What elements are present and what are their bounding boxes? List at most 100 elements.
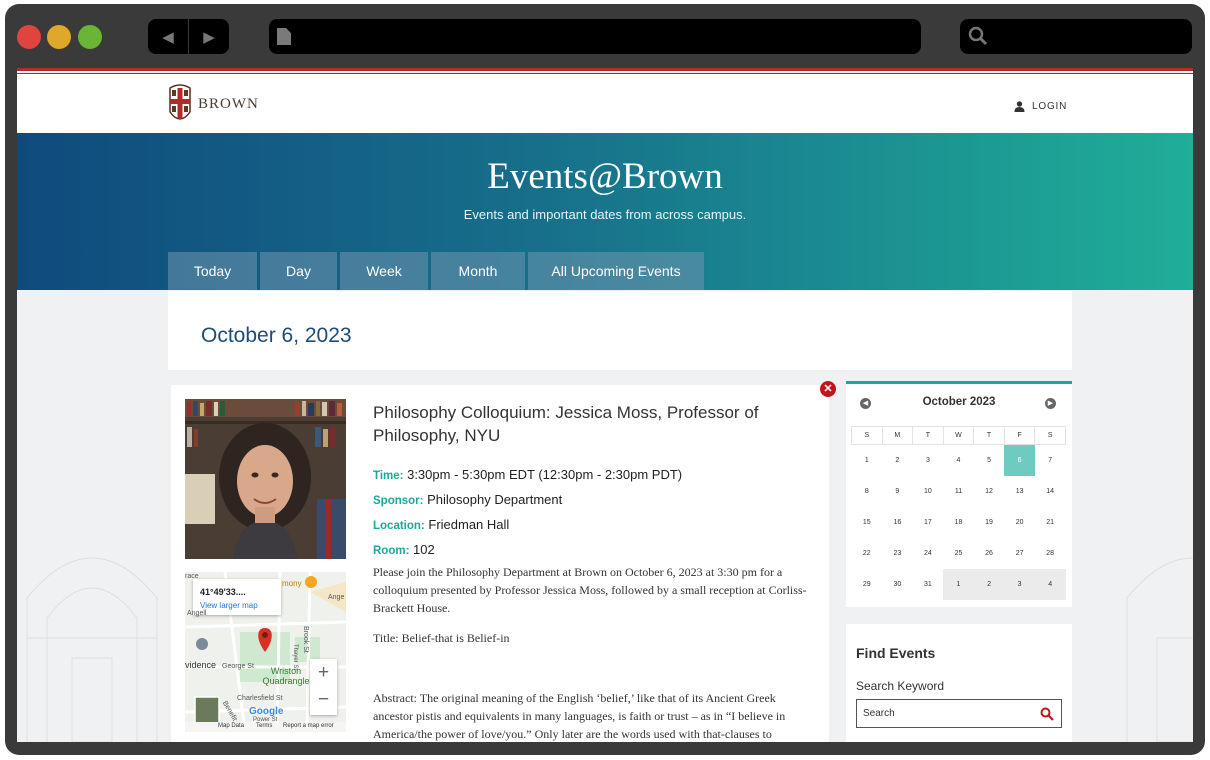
calendar-day[interactable]: 24 [913, 538, 944, 569]
calendar-day[interactable]: 9 [882, 476, 913, 507]
calendar-day[interactable]: 21 [1035, 507, 1066, 538]
tab-week[interactable]: Week [340, 252, 428, 290]
map-label-wriston: Wriston Quadrangle [262, 666, 310, 686]
tab-all-upcoming[interactable]: All Upcoming Events [528, 252, 704, 290]
map-label-race: race [185, 573, 199, 580]
calendar-day[interactable]: 2 [973, 568, 1005, 600]
description-paragraph-3: Abstract: The original meaning of the En… [373, 691, 786, 741]
view-larger-map-link[interactable]: View larger map [200, 601, 258, 610]
site-header: BROWN LOGIN [17, 74, 1193, 133]
building-illustration-right [1126, 557, 1193, 742]
calendar-day[interactable]: 4 [1034, 568, 1066, 600]
search-icon[interactable] [1040, 707, 1054, 721]
login-link[interactable]: LOGIN [1014, 101, 1067, 112]
chevron-right-icon: ▶ [1047, 400, 1054, 407]
user-icon [1014, 101, 1025, 112]
minimize-window-button[interactable] [47, 25, 71, 49]
calendar-day[interactable]: 30 [882, 569, 913, 600]
calendar-day[interactable]: 26 [974, 538, 1005, 569]
time-value: 3:30pm - 5:30pm EDT (12:30pm - 2:30pm PD… [407, 467, 683, 482]
map-label-george: George St [222, 663, 254, 670]
location-map[interactable]: 41°49'33.... View larger map race mony A… [185, 572, 346, 732]
sponsor-label: Sponsor: [373, 495, 424, 507]
event-sponsor: Sponsor: Philosophy Department [373, 488, 682, 513]
calendar-day[interactable]: 27 [1004, 538, 1035, 569]
date-heading-card: October 6, 2023 [168, 291, 1072, 370]
close-event-button[interactable]: ✕ [820, 381, 836, 397]
back-button[interactable]: ◀ [148, 19, 188, 54]
calendar-day[interactable]: 2 [882, 445, 913, 476]
calendar-day[interactable]: 19 [974, 507, 1005, 538]
hero-banner: Events@Brown Events and important dates … [17, 133, 1193, 290]
calendar-day[interactable]: 23 [882, 538, 913, 569]
find-events-panel: Find Events Search Keyword Search [846, 624, 1072, 742]
calendar-day[interactable]: 18 [943, 507, 974, 538]
tab-month[interactable]: Month [431, 252, 525, 290]
close-window-button[interactable] [17, 25, 41, 49]
calendar-next-button[interactable]: ▶ [1045, 398, 1056, 409]
calendar-day[interactable]: 1 [943, 568, 974, 600]
calendar-day[interactable]: 28 [1035, 538, 1066, 569]
speaker-photo [185, 399, 346, 559]
calendar-day[interactable]: 7 [1035, 445, 1066, 476]
calendar-day[interactable]: 16 [882, 507, 913, 538]
weekday-header: T [912, 426, 944, 445]
calendar-day[interactable]: 4 [943, 445, 974, 476]
brown-logo[interactable]: BROWN [167, 82, 259, 126]
calendar-day[interactable]: 13 [1004, 476, 1035, 507]
browser-search-bar[interactable] [960, 19, 1192, 54]
weekday-row: SMTWTFS [851, 426, 1066, 445]
map-coords: 41°49'33.... [200, 587, 246, 597]
page-viewport: BROWN LOGIN Events@Brown Events and impo… [17, 68, 1193, 742]
calendar-day[interactable]: 8 [852, 476, 883, 507]
map-zoom-out-button[interactable]: − [310, 687, 337, 715]
weekday-header: W [942, 426, 975, 445]
calendar-month-label: October 2023 [922, 396, 996, 408]
calendar-day[interactable]: 3 [1004, 568, 1035, 600]
tab-today[interactable]: Today [168, 252, 257, 290]
calendar-day[interactable]: 11 [943, 476, 974, 507]
back-arrow-icon: ◀ [162, 28, 174, 46]
calendar-day[interactable]: 20 [1004, 507, 1035, 538]
calendar-day[interactable]: 25 [943, 538, 974, 569]
top-accent-stripe [17, 68, 1193, 72]
login-label: LOGIN [1032, 101, 1068, 112]
calendar-day[interactable]: 6 [1004, 444, 1035, 476]
calendar-week: 8 9 10 11 12 13 14 [852, 476, 1066, 507]
address-bar[interactable] [269, 19, 921, 54]
calendar-day[interactable]: 10 [913, 476, 944, 507]
map-terms-link[interactable]: Terms [256, 723, 272, 729]
calendar-day[interactable]: 5 [974, 445, 1005, 476]
calendar-day[interactable]: 15 [852, 507, 883, 538]
event-description: Please join the Philosophy Department at… [373, 563, 809, 742]
search-placeholder: Search [863, 708, 895, 719]
calendar-day[interactable]: 17 [913, 507, 944, 538]
event-search-input[interactable]: Search [856, 699, 1062, 728]
calendar-week: 22 23 24 25 26 27 28 [852, 538, 1066, 569]
calendar-weeks: 1 2 3 4 5 6 7 8 9 10 11 12 13 14 15 16 17 18 19 20 21 22 23 24 2… [852, 444, 1066, 600]
location-value: Friedman Hall [428, 517, 510, 532]
calendar-day[interactable]: 22 [852, 538, 883, 569]
site-subtitle: Events and important dates from across c… [463, 207, 747, 222]
calendar-day[interactable]: 1 [852, 445, 883, 476]
search-keyword-label: Search Keyword [856, 679, 945, 693]
building-illustration-left [26, 557, 158, 742]
calendar-day[interactable]: 3 [913, 445, 944, 476]
map-zoom-in-button[interactable]: + [310, 659, 337, 687]
calendar-day[interactable]: 29 [852, 569, 883, 600]
calendar-day[interactable]: 14 [1035, 476, 1066, 507]
tab-day[interactable]: Day [260, 252, 337, 290]
event-title[interactable]: Philosophy Colloquium: Jessica Moss, Pro… [373, 401, 803, 447]
weekday-header: T [973, 426, 1005, 445]
map-report-link[interactable]: Report a map error [283, 723, 334, 729]
event-card: 41°49'33.... View larger map race mony A… [171, 385, 829, 742]
find-events-title: Find Events [856, 645, 936, 661]
description-paragraph-2: Title: Belief-that is Belief-in [373, 631, 510, 645]
forward-button[interactable]: ▶ [189, 19, 229, 54]
calendar-day[interactable]: 12 [974, 476, 1005, 507]
maximize-window-button[interactable] [78, 25, 102, 49]
calendar-day[interactable]: 31 [913, 569, 944, 600]
calendar-grid: SMTWTFS 1 2 3 4 5 6 7 8 9 10 11 12 13 14 15 16 17 18 19 20 2… [851, 426, 1066, 600]
map-footer: Map Data Terms Report a map error [185, 722, 346, 732]
event-details: Time: 3:30pm - 5:30pm EDT (12:30pm - 2:3… [373, 463, 682, 563]
